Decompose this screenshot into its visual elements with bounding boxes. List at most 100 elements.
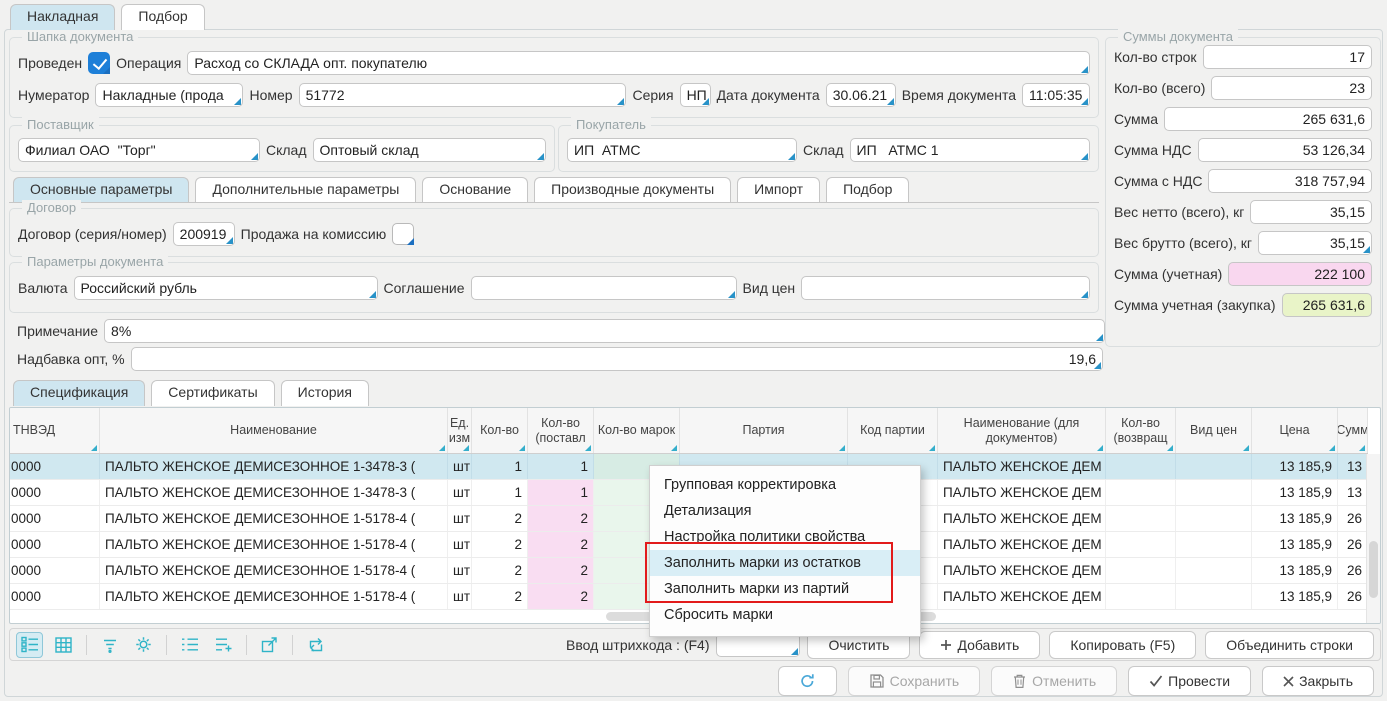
- doc-date-field[interactable]: 30.06.21: [826, 83, 896, 107]
- commission-checkbox[interactable]: [392, 223, 414, 245]
- table-cell: [1106, 558, 1176, 583]
- context-menu-item[interactable]: Детализация: [650, 498, 920, 524]
- copy-button[interactable]: Копировать (F5): [1049, 631, 1196, 659]
- sums-value-field[interactable]: 17: [1203, 45, 1372, 69]
- column-header[interactable]: Кол-во: [472, 408, 528, 453]
- table-cell: [1106, 480, 1176, 505]
- contract-number-label: Договор (серия/номер): [18, 226, 167, 242]
- merge-rows-button[interactable]: Объединить строки: [1205, 631, 1374, 659]
- add-button[interactable]: Добавить: [919, 631, 1040, 659]
- repeat-icon[interactable]: [302, 632, 329, 658]
- param-tab-6[interactable]: Подбор: [826, 177, 909, 203]
- agreement-field[interactable]: [471, 276, 737, 300]
- sums-value-field[interactable]: 35,15: [1258, 231, 1372, 255]
- table-cell: 13 185,9: [1252, 454, 1338, 479]
- gear-icon[interactable]: [130, 632, 157, 658]
- sums-value-field[interactable]: 35,15: [1250, 200, 1372, 224]
- table-cell: ПАЛЬТО ЖЕНСКОЕ ДЕМИСЕЗОННОЕ 1-3478-3 (: [100, 454, 448, 479]
- doc-time-field[interactable]: 11:05:35: [1022, 83, 1090, 107]
- table-cell: 0000: [10, 480, 100, 505]
- param-tab-5[interactable]: Импорт: [737, 177, 820, 203]
- table-cell: 13 185,9: [1252, 584, 1338, 609]
- toolbar-separator: [246, 635, 247, 655]
- external-link-icon[interactable]: [256, 632, 283, 658]
- refresh-icon: [799, 673, 816, 689]
- spec-tab-3[interactable]: История: [281, 380, 369, 406]
- column-header[interactable]: Сумм: [1338, 408, 1368, 453]
- column-header[interactable]: Ед. изм: [448, 408, 472, 453]
- specification-tabs: СпецификацияСертификаты История: [13, 380, 369, 406]
- post-button[interactable]: Провести: [1128, 666, 1251, 696]
- buyer-warehouse-field[interactable]: ИП АТМС 1: [850, 138, 1090, 162]
- supplier-field[interactable]: Филиал ОАО "Торг": [18, 138, 260, 162]
- context-menu-item[interactable]: Заполнить марки из остатков: [650, 550, 920, 576]
- sums-value-field[interactable]: 318 757,94: [1208, 169, 1372, 193]
- close-button[interactable]: Закрыть: [1262, 666, 1374, 696]
- save-button[interactable]: Сохранить: [848, 666, 981, 696]
- param-tab-4[interactable]: Производные документы: [534, 177, 731, 203]
- number-field[interactable]: 51772: [299, 83, 627, 107]
- sums-label: Кол-во (всего): [1114, 80, 1205, 96]
- sums-row: Сумма с НДС318 757,94: [1114, 169, 1372, 193]
- document-header-group: Шапка документа Проведен Операция Расход…: [9, 37, 1099, 118]
- price-type-field[interactable]: [801, 276, 1090, 300]
- doc-date-label: Дата документа: [717, 87, 820, 103]
- sums-value-field[interactable]: 222 100: [1228, 262, 1372, 286]
- close-icon: [1283, 676, 1294, 687]
- tabs-underline: [9, 202, 1099, 203]
- sums-value-field[interactable]: 265 631,6: [1282, 293, 1372, 317]
- document-params-group: Параметры документа Валюта Российский ру…: [9, 262, 1099, 313]
- proveden-checkbox[interactable]: [88, 52, 110, 74]
- check-icon: [1149, 675, 1163, 687]
- scrollbar-thumb[interactable]: [1369, 541, 1378, 598]
- supplier-warehouse-field[interactable]: Оптовый склад: [313, 138, 546, 162]
- grid-icon[interactable]: [50, 632, 77, 658]
- note-field[interactable]: 8%: [104, 319, 1105, 343]
- group-title: Договор: [22, 200, 81, 215]
- commission-label: Продажа на комиссию: [241, 226, 387, 242]
- column-header[interactable]: Код партии: [848, 408, 938, 453]
- add-row-icon[interactable]: [210, 632, 237, 658]
- refresh-button[interactable]: [778, 666, 837, 696]
- column-header[interactable]: Кол-во (поставл: [528, 408, 594, 453]
- sums-value-field[interactable]: 53 126,34: [1198, 138, 1372, 162]
- note-row: Примечание 8%: [17, 319, 1105, 343]
- contract-number-field[interactable]: 200919: [173, 222, 235, 246]
- doc-time-label: Время документа: [902, 87, 1016, 103]
- param-tab-2[interactable]: Дополнительные параметры: [195, 177, 416, 203]
- operation-field[interactable]: Расход со СКЛАДА опт. покупателю: [187, 51, 1090, 75]
- column-header[interactable]: ТНВЭД: [10, 408, 100, 453]
- column-header[interactable]: Наименование: [100, 408, 448, 453]
- window-tab-2[interactable]: Подбор: [121, 4, 204, 30]
- numbered-list-icon[interactable]: [176, 632, 203, 658]
- column-header[interactable]: Наименование (для документов): [938, 408, 1106, 453]
- column-header[interactable]: Цена: [1252, 408, 1338, 453]
- buyer-field[interactable]: ИП АТМС: [567, 138, 797, 162]
- series-field[interactable]: НП: [680, 83, 711, 107]
- list-view-icon[interactable]: [16, 632, 43, 658]
- column-header[interactable]: Кол-во (возвращ: [1106, 408, 1176, 453]
- column-header[interactable]: Кол-во марок: [594, 408, 680, 453]
- spec-tab-1[interactable]: Спецификация: [13, 380, 145, 406]
- window-tab-1[interactable]: Накладная: [10, 4, 115, 30]
- sums-value-field[interactable]: 265 631,6: [1164, 107, 1372, 131]
- filter-icon[interactable]: [96, 632, 123, 658]
- numerator-field[interactable]: Накладные (прода: [95, 83, 243, 107]
- column-header[interactable]: Партия: [680, 408, 848, 453]
- markup-field[interactable]: 19,6: [131, 347, 1103, 371]
- context-menu-item[interactable]: Групповая корректировка: [650, 472, 920, 498]
- cancel-button[interactable]: Отменить: [991, 666, 1117, 696]
- currency-field[interactable]: Российский рубль: [74, 276, 378, 300]
- spec-tab-2[interactable]: Сертификаты: [151, 380, 274, 406]
- vertical-scrollbar[interactable]: [1366, 454, 1380, 623]
- context-menu-item[interactable]: Настройка политики свойства: [650, 524, 920, 550]
- context-menu-item[interactable]: Заполнить марки из партий: [650, 576, 920, 602]
- column-header[interactable]: Вид цен: [1176, 408, 1252, 453]
- param-tab-3[interactable]: Основание: [422, 177, 528, 203]
- sums-value-field[interactable]: 23: [1211, 76, 1372, 100]
- number-label: Номер: [249, 87, 292, 103]
- context-menu-item[interactable]: Сбросить марки: [650, 602, 920, 628]
- table-cell: ПАЛЬТО ЖЕНСКОЕ ДЕМ: [938, 480, 1106, 505]
- table-cell: 13 185,9: [1252, 558, 1338, 583]
- table-cell: ПАЛЬТО ЖЕНСКОЕ ДЕМИСЕЗОННОЕ 1-5178-4 (: [100, 532, 448, 557]
